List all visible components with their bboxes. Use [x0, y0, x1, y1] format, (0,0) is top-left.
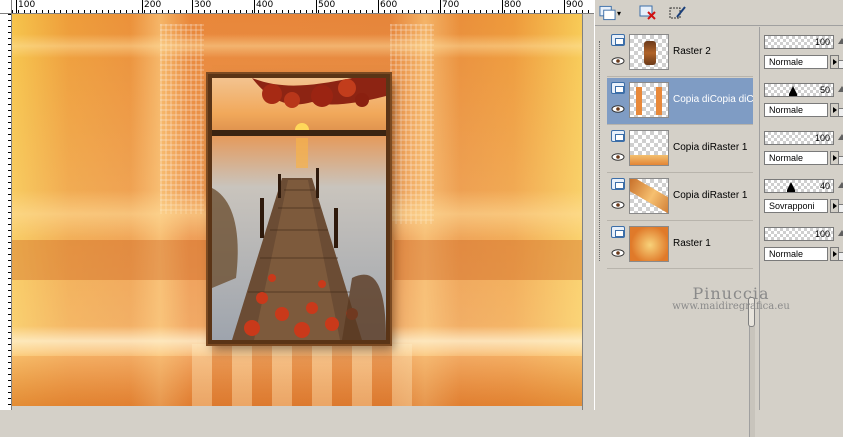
vertical-scrollbar[interactable] [582, 14, 594, 410]
lake-pier-photo [212, 78, 386, 340]
layer-thumbnail [629, 130, 669, 166]
link-toggle[interactable] [838, 108, 843, 117]
ruler-label: 900 [566, 0, 584, 10]
delete-layer-button[interactable] [637, 2, 659, 24]
ruler-label: 100 [18, 0, 36, 10]
watermark-url: www.maidiregrafica.eu [672, 301, 790, 312]
canvas-pane: 100 200 300 400 500 600 700 800 900 [0, 0, 594, 410]
ruler-label: 700 [442, 0, 460, 10]
ruler-corner [0, 0, 12, 14]
layer-props-raster-2: 100 Normale [760, 30, 843, 78]
raster-layer-icon [611, 82, 625, 94]
lake-sunset-illustration [212, 78, 386, 340]
eye-icon[interactable] [611, 105, 625, 113]
opacity-value: 50 [819, 85, 830, 95]
ruler-label: 600 [380, 0, 398, 10]
collapse-arrow-icon[interactable] [838, 38, 843, 44]
vertical-ruler [0, 14, 12, 410]
link-toggle[interactable] [838, 252, 843, 261]
slider-marker-icon[interactable] [787, 182, 795, 192]
layer-row-raster-1[interactable]: Raster 1 [607, 222, 753, 269]
layer-row-copia-di-copia[interactable]: Copia diCopia diCopia di Raster 1 [607, 78, 753, 125]
slider-marker-icon[interactable] [789, 86, 797, 96]
ruler-label: 300 [194, 0, 212, 10]
collapse-arrow-icon[interactable] [838, 230, 843, 236]
ruler-label: 400 [256, 0, 274, 10]
layer-props-copia-di-raster-1-overlay: 40 Sovrapponi [760, 174, 843, 222]
link-toggle[interactable] [838, 156, 843, 165]
opacity-slider[interactable]: 50 [764, 83, 834, 97]
layer-list: Raster 2 Copia diCopia diCopia di Raster… [595, 27, 755, 437]
opacity-value: 40 [819, 181, 830, 191]
layers-palette: ▾ Raster 2 Copia diCopia diC Copia diRas… [594, 0, 843, 437]
layer-name: Raster 1 [673, 238, 711, 249]
new-layer-icon [599, 5, 616, 21]
layer-name: Copia diRaster 1 [673, 190, 748, 201]
opacity-value: 100 [814, 229, 830, 239]
layer-props-copia-di-copia: 50 Normale [760, 78, 843, 126]
ruler-label: 200 [144, 0, 162, 10]
raster-layer-icon [611, 130, 625, 142]
dark-block-right [394, 240, 582, 280]
link-toggle[interactable] [838, 60, 843, 69]
layer-properties: 100 Normale 50 Normale 100 Normale 40 So… [759, 27, 843, 410]
horizontal-band-top [12, 34, 582, 58]
edit-selection-button[interactable] [667, 2, 689, 24]
layer-row-copia-di-raster-1[interactable]: Copia diRaster 1 [607, 126, 753, 173]
photo-frame [208, 74, 390, 344]
opacity-slider[interactable]: 100 [764, 227, 834, 241]
collapse-arrow-icon[interactable] [838, 86, 843, 92]
layer-thumbnail [629, 82, 669, 118]
opacity-slider[interactable]: 100 [764, 35, 834, 49]
dropdown-arrow-icon: ▾ [616, 8, 621, 18]
raster-layer-icon [611, 226, 625, 238]
ruler-label: 800 [504, 0, 522, 10]
layer-thumbnail [629, 226, 669, 262]
ruler-label: 500 [318, 0, 336, 10]
opacity-slider[interactable]: 40 [764, 179, 834, 193]
new-layer-button[interactable]: ▾ [599, 2, 621, 24]
blend-mode-select[interactable]: Normale [764, 151, 828, 165]
layer-props-copia-di-raster-1: 100 Normale [760, 126, 843, 174]
link-toggle[interactable] [838, 204, 843, 213]
brush-icon [669, 6, 686, 19]
raster-layer-icon [611, 178, 625, 190]
blend-mode-select[interactable]: Normale [764, 103, 828, 117]
horizontal-ruler: 100 200 300 400 500 600 700 800 900 [12, 0, 594, 14]
tree-connector [599, 41, 600, 261]
eye-icon[interactable] [611, 249, 625, 257]
opacity-value: 100 [814, 37, 830, 47]
opacity-slider[interactable]: 100 [764, 131, 834, 145]
layer-thumbnail [629, 178, 669, 214]
layers-toolbar: ▾ [595, 0, 843, 26]
watermark: Pinuccia www.maidiregrafica.eu [656, 284, 806, 312]
blend-mode-select[interactable]: Normale [764, 247, 828, 261]
blend-mode-select[interactable]: Normale [764, 55, 828, 69]
opacity-value: 100 [814, 133, 830, 143]
layer-name: Copia diRaster 1 [673, 142, 748, 153]
layer-props-raster-1: 100 Normale [760, 222, 843, 270]
layer-thumbnail [629, 34, 669, 70]
eye-icon[interactable] [611, 153, 625, 161]
horizontal-scrollbar[interactable] [12, 406, 582, 410]
layer-row-copia-di-raster-1-overlay[interactable]: Copia diRaster 1 [607, 174, 753, 221]
layer-name: Copia diCopia diCopia di Raster 1 [673, 94, 753, 105]
dark-block-left [12, 240, 212, 280]
floor-rays [192, 344, 412, 406]
eye-icon[interactable] [611, 201, 625, 209]
blend-mode-select[interactable]: Sovrapponi [764, 199, 828, 213]
collapse-arrow-icon[interactable] [838, 134, 843, 140]
eye-icon[interactable] [611, 57, 625, 65]
delete-layer-icon [639, 5, 656, 20]
artwork-canvas[interactable] [12, 14, 582, 406]
collapse-arrow-icon[interactable] [838, 182, 843, 188]
layer-name: Raster 2 [673, 46, 711, 57]
raster-layer-icon [611, 34, 625, 46]
layer-row-raster-2[interactable]: Raster 2 [607, 30, 753, 77]
